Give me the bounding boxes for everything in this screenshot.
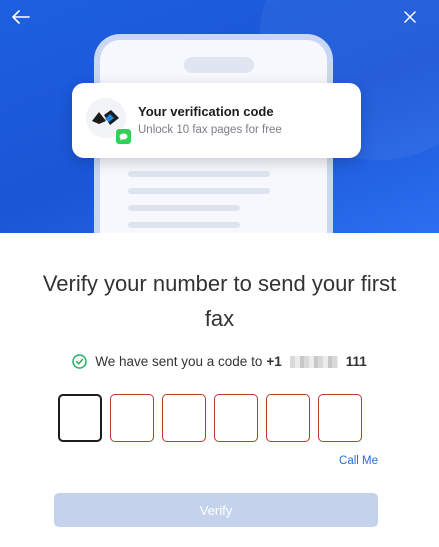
back-button[interactable] — [10, 6, 32, 28]
close-icon — [404, 11, 416, 23]
page-title: Verify your number to send your first fa… — [0, 266, 439, 336]
close-button[interactable] — [399, 6, 421, 28]
phone-mask — [289, 355, 338, 368]
hero-banner: Your verification code Unlock 10 fax pag… — [0, 0, 439, 233]
masked-phone-number: +1 111 — [266, 354, 366, 369]
phone-suffix: 111 — [345, 354, 367, 369]
arrow-left-icon — [12, 10, 30, 24]
placeholder-line — [128, 188, 270, 194]
otp-digit-6[interactable] — [318, 394, 362, 442]
placeholder-line — [128, 205, 240, 211]
otp-digit-4[interactable] — [214, 394, 258, 442]
otp-input-group — [58, 394, 362, 442]
placeholder-line — [128, 222, 240, 228]
notification-title: Your verification code — [138, 104, 274, 119]
page-title-line2: fax — [204, 306, 235, 331]
phone-notch — [184, 57, 254, 73]
page-title-line1: Verify your number to send your first — [42, 271, 397, 296]
otp-digit-5[interactable] — [266, 394, 310, 442]
placeholder-line — [128, 171, 270, 177]
call-me-link[interactable]: Call Me — [339, 455, 378, 467]
check-circle-icon — [72, 354, 87, 369]
notification-subtitle: Unlock 10 fax pages for free — [138, 124, 282, 136]
otp-digit-2[interactable] — [110, 394, 154, 442]
otp-digit-1[interactable] — [58, 394, 102, 442]
otp-digit-3[interactable] — [162, 394, 206, 442]
message-icon — [115, 128, 132, 145]
code-sent-message: We have sent you a code to +1 111 — [0, 354, 439, 369]
verify-button[interactable]: Verify — [54, 493, 378, 527]
phone-prefix: +1 — [266, 354, 282, 369]
code-sent-text: We have sent you a code to — [95, 354, 263, 369]
verification-notification: Your verification code Unlock 10 fax pag… — [72, 83, 361, 158]
